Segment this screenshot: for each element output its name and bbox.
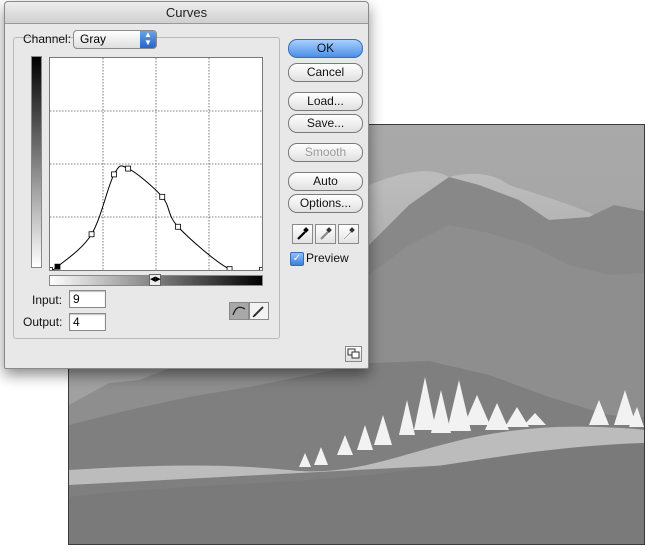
save-button[interactable]: Save... — [288, 114, 363, 133]
black-point-eyedropper[interactable] — [292, 224, 313, 244]
channel-value: Gray — [80, 32, 107, 46]
options-button[interactable]: Options... — [288, 194, 363, 213]
curve-point[interactable] — [226, 266, 233, 273]
checkmark-icon: ✓ — [292, 253, 302, 264]
curve-point[interactable] — [47, 267, 53, 273]
expand-grid-icon — [347, 348, 360, 359]
black-point-eyedropper-icon — [297, 227, 309, 240]
curve-point[interactable] — [88, 231, 95, 238]
curve-point[interactable] — [125, 165, 132, 172]
white-point-eyedropper[interactable] — [338, 224, 359, 244]
smooth-button[interactable]: Smooth — [288, 143, 363, 162]
gray-point-eyedropper-icon — [320, 227, 332, 240]
pencil-mode-icon — [252, 306, 264, 318]
expand-grid-button[interactable] — [345, 346, 362, 362]
curve-point[interactable] — [259, 267, 265, 273]
preview-checkbox[interactable]: ✓ — [290, 252, 304, 266]
output-label: Output: — [23, 315, 63, 329]
curve-point[interactable] — [159, 193, 166, 200]
curve-point[interactable] — [175, 223, 181, 230]
preview-label[interactable]: Preview — [306, 251, 349, 265]
output-field[interactable]: 4 — [69, 313, 106, 331]
gray-point-eyedropper[interactable] — [315, 224, 336, 244]
output-gradient-bar — [31, 56, 42, 268]
input-label: Input: — [32, 293, 63, 307]
select-arrows-icon: ▲ ▼ — [140, 31, 156, 48]
curves-dialog: Curves Channel: Gray ▲ ▼ ◀▶ Input: 9 Outp… — [4, 1, 369, 369]
curve-canvas[interactable] — [47, 58, 265, 274]
selected-curve-point[interactable] — [54, 263, 61, 270]
white-point-eyedropper-icon — [343, 227, 355, 240]
channel-select[interactable]: Gray ▲ ▼ — [73, 30, 157, 49]
curve-mode-icon — [232, 306, 246, 316]
load-button[interactable]: Load... — [288, 92, 363, 111]
ok-button[interactable]: OK — [288, 39, 363, 58]
pencil-mode-button[interactable] — [249, 302, 269, 320]
channel-label: Channel: — [23, 32, 72, 46]
curve-point[interactable] — [111, 171, 117, 178]
cancel-button[interactable]: Cancel — [288, 63, 363, 82]
dialog-title[interactable]: Curves — [5, 2, 368, 24]
gradient-toggle-icon[interactable]: ◀▶ — [149, 274, 161, 286]
auto-button[interactable]: Auto — [288, 172, 363, 191]
curve-mode-button[interactable] — [229, 302, 249, 320]
curve-graph[interactable] — [47, 57, 265, 274]
input-field[interactable]: 9 — [69, 290, 106, 308]
